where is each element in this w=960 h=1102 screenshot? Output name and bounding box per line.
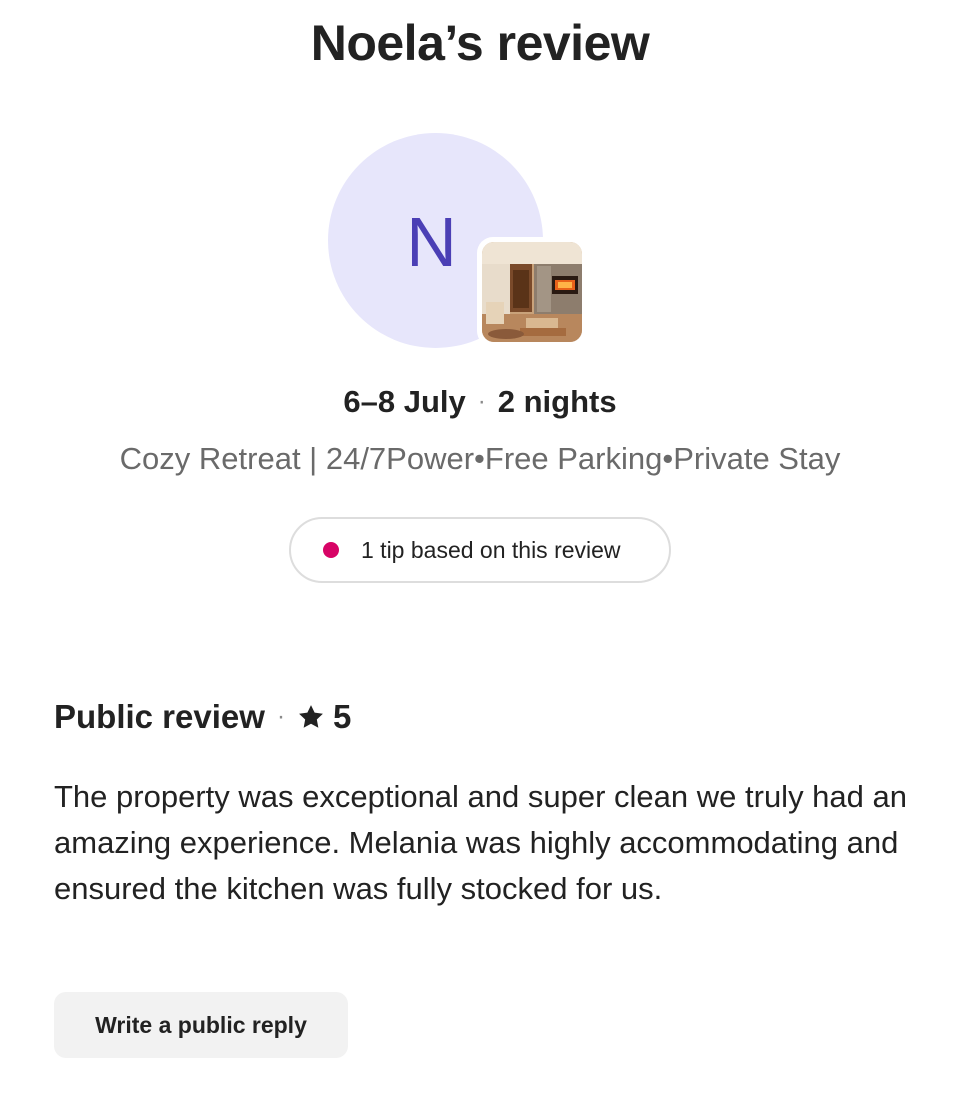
separator-dot: · [477, 388, 486, 415]
separator-dot: · [276, 703, 285, 730]
tip-indicator-dot [323, 542, 339, 558]
tip-button[interactable]: 1 tip based on this review [289, 517, 671, 583]
stay-summary: 6–8 July · 2 nights [0, 384, 960, 420]
listing-thumbnail [477, 237, 587, 347]
rating-value: 5 [332, 698, 352, 735]
stay-dates: 6–8 July [343, 384, 466, 419]
star-icon [299, 705, 323, 728]
listing-photo [482, 242, 582, 342]
tip-label: 1 tip based on this review [361, 536, 621, 563]
public-review-title: Public review [54, 698, 265, 735]
review-body: The property was exceptional and super c… [54, 779, 907, 906]
stay-nights: 2 nights [497, 384, 617, 419]
reviewer-avatar-group: N [328, 133, 588, 353]
page-title: Noela’s review [310, 15, 650, 71]
listing-name: Cozy Retreat | 24/7Power•Free Parking•Pr… [119, 441, 841, 476]
public-review-heading: Public review · 5 [54, 698, 351, 736]
avatar-initial: N [406, 202, 457, 281]
write-public-reply-button[interactable]: Write a public reply [54, 992, 348, 1058]
